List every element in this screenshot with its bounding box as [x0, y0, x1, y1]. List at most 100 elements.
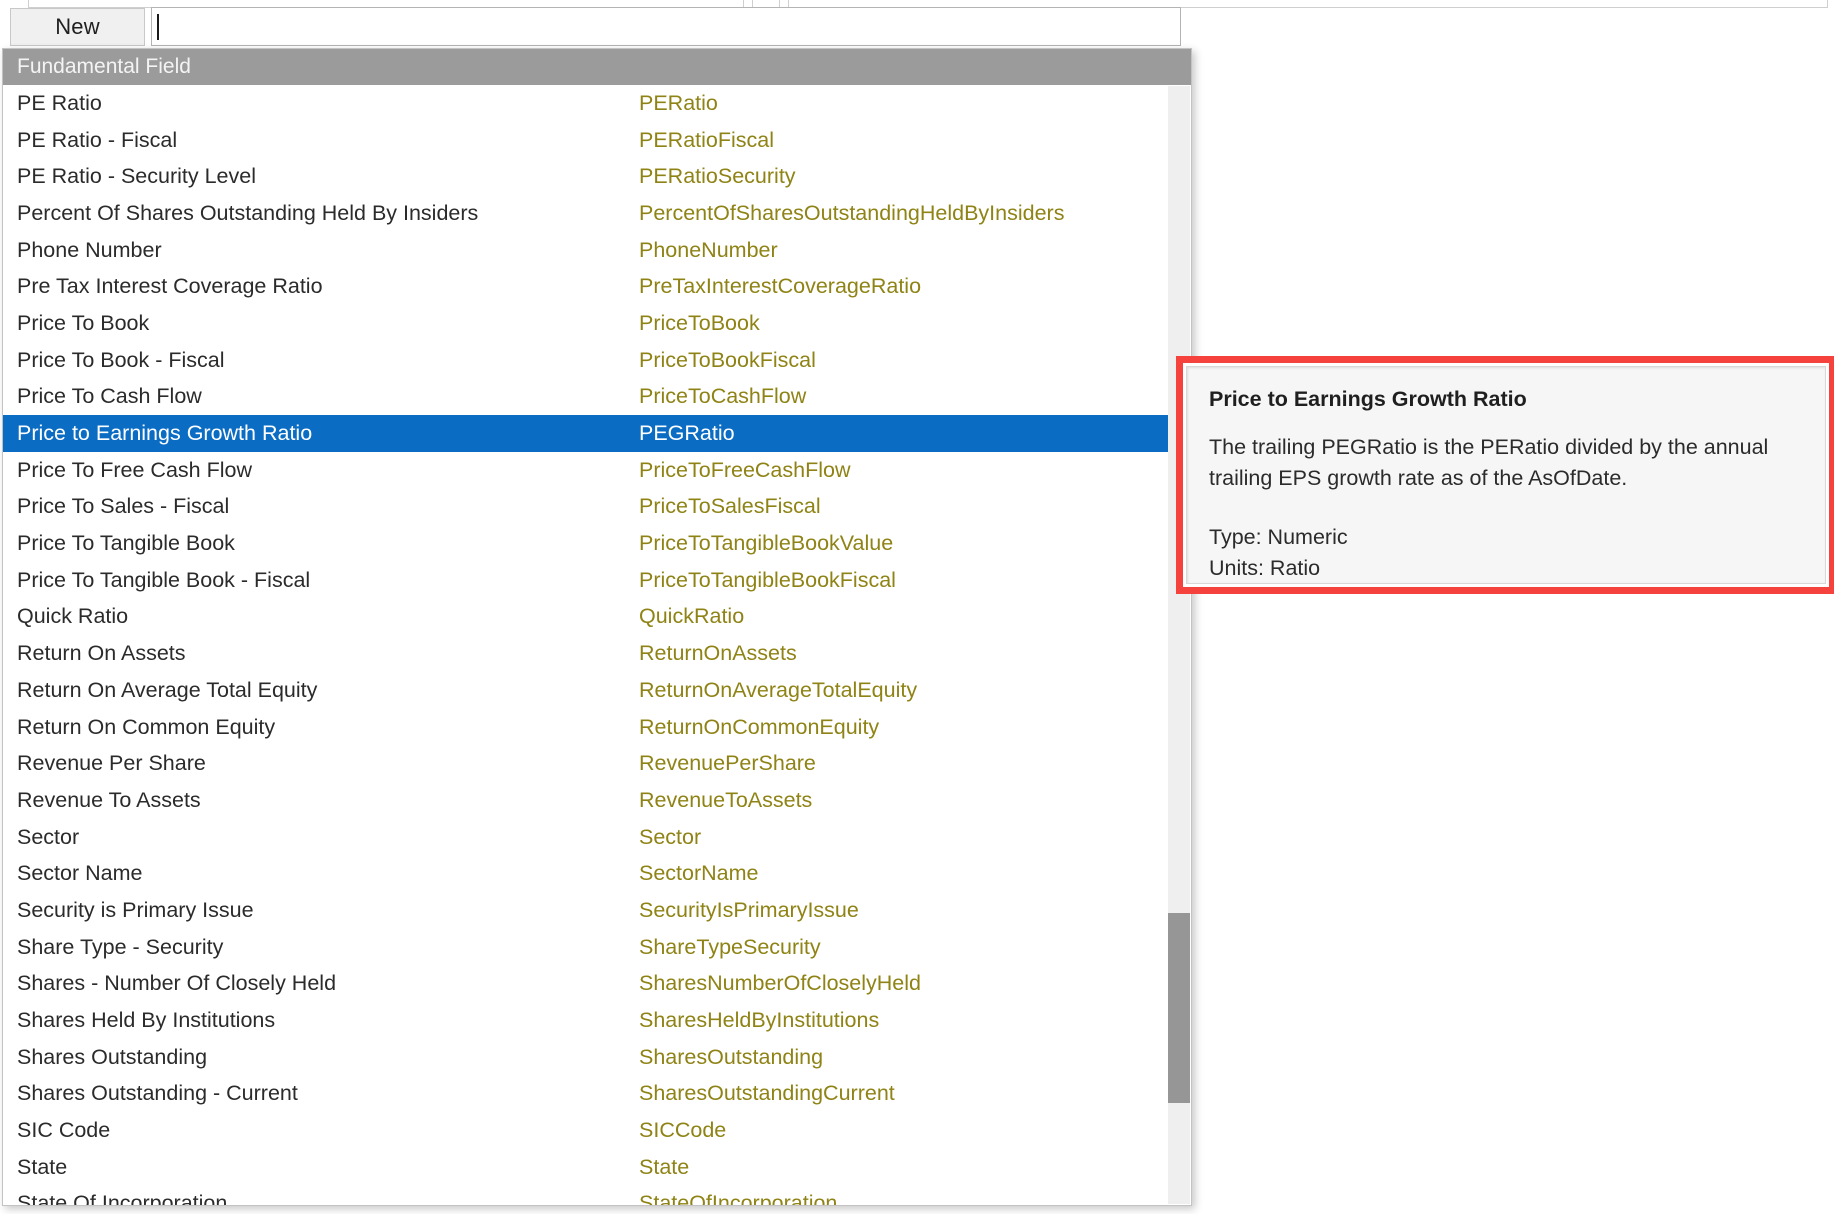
search-input[interactable]	[151, 7, 1181, 46]
list-item-label: Price To Free Cash Flow	[17, 457, 252, 482]
list-item-code: QuickRatio	[639, 604, 745, 629]
list-item[interactable]: Revenue Per Share RevenuePerShare	[3, 745, 1191, 782]
list-item[interactable]: Quick Ratio QuickRatio	[3, 599, 1191, 636]
list-item-label: Return On Common Equity	[17, 714, 276, 739]
list-item-label: PE Ratio - Fiscal	[17, 127, 178, 152]
list-item-code: Sector	[639, 824, 702, 849]
list-item[interactable]: Shares Outstanding SharesOutstanding	[3, 1039, 1191, 1076]
list-item-label: Shares Outstanding	[17, 1044, 208, 1069]
list-item[interactable]: Sector Name SectorName	[3, 855, 1191, 892]
list-item-label: Price To Tangible Book - Fiscal	[17, 567, 311, 592]
list-item-code: PercentOfSharesOutstandingHeldByInsiders	[639, 200, 1065, 225]
toolbar: New	[0, 7, 1190, 46]
list-item[interactable]: Price To Book - Fiscal PriceToBookFiscal	[3, 342, 1191, 379]
list-item[interactable]: Sector Sector	[3, 819, 1191, 856]
list-item-label: Return On Average Total Equity	[17, 677, 318, 702]
list-item[interactable]: PE Ratio PERatio	[3, 85, 1191, 122]
list-item-code: RevenueToAssets	[639, 787, 813, 812]
list-item[interactable]: Shares Held By Institutions SharesHeldByI…	[3, 1002, 1191, 1039]
list-item[interactable]: Return On Average Total Equity ReturnOnAv…	[3, 672, 1191, 709]
list-item[interactable]: Price To Tangible Book PriceToTangibleBoo…	[3, 525, 1191, 562]
list-item-label: Shares Outstanding - Current	[17, 1081, 298, 1106]
list-item-label: Pre Tax Interest Coverage Ratio	[17, 274, 323, 299]
list-item[interactable]: Return On Common Equity ReturnOnCommonEqu…	[3, 709, 1191, 746]
list-item-code: SecurityIsPrimaryIssue	[639, 897, 859, 922]
list-item[interactable]: PE Ratio - Fiscal PERatioFiscal	[3, 122, 1191, 159]
list-item-code: RevenuePerShare	[639, 751, 816, 776]
list-item-code: PERatioFiscal	[639, 127, 775, 152]
scrollbar-thumb[interactable]	[1168, 913, 1190, 1104]
list-item-label: Price To Sales - Fiscal	[17, 494, 230, 519]
list-item-code: PriceToTangibleBookFiscal	[639, 567, 896, 592]
list-item-label: Price To Tangible Book	[17, 531, 235, 556]
list-item-code: PreTaxInterestCoverageRatio	[639, 274, 922, 299]
list-item-label: SIC Code	[17, 1118, 111, 1143]
fundamental-field-list-panel: Fundamental Field PE Ratio PERatio PE Rati…	[2, 48, 1192, 1206]
list-item[interactable]: Security is Primary Issue SecurityIsPrima…	[3, 892, 1191, 929]
list-item-label: Price To Book - Fiscal	[17, 347, 225, 372]
list-item-code: PEGRatio	[639, 421, 735, 446]
list-item-label: Price To Cash Flow	[17, 384, 202, 409]
list-item[interactable]: Price To Tangible Book - Fiscal PriceToTa…	[3, 562, 1191, 599]
list-item[interactable]: PE Ratio - Security Level PERatioSecurity	[3, 158, 1191, 195]
field-description-tooltip: Price to Earnings Growth Ratio The trail…	[1186, 366, 1826, 584]
tooltip-meta: Type: Numeric Units: Ratio	[1209, 522, 1803, 584]
list-item[interactable]: Price To Free Cash Flow PriceToFreeCashFl…	[3, 452, 1191, 489]
list-item-label: Sector	[17, 824, 80, 849]
list-item-label: Revenue Per Share	[17, 751, 206, 776]
list-item-label: Return On Assets	[17, 641, 186, 666]
list-item-label: Revenue To Assets	[17, 787, 201, 812]
list-item[interactable]: Shares - Number Of Closely Held SharesNum…	[3, 966, 1191, 1003]
list-item-code: PriceToFreeCashFlow	[639, 457, 851, 482]
list-item-label: PE Ratio - Security Level	[17, 164, 256, 189]
list-item[interactable]: Share Type - Security ShareTypeSecurity	[3, 929, 1191, 966]
list-item-code: SharesOutstanding	[639, 1044, 824, 1069]
list-item-code: ReturnOnAverageTotalEquity	[639, 677, 918, 702]
vertical-scrollbar[interactable]	[1168, 86, 1190, 1204]
list-item[interactable]: Price to Earnings Growth Ratio PEGRatio	[3, 415, 1191, 452]
list-item[interactable]: Return On Assets ReturnOnAssets	[3, 635, 1191, 672]
list-item[interactable]: Phone Number PhoneNumber	[3, 232, 1191, 269]
list-rows: PE Ratio PERatio PE Ratio - Fiscal PERatioF…	[3, 85, 1191, 1205]
list-item[interactable]: Shares Outstanding - Current SharesOutsta…	[3, 1076, 1191, 1113]
list-item[interactable]: Price To Sales - Fiscal PriceToSalesFisca…	[3, 489, 1191, 526]
list-item[interactable]: SIC Code SICCode	[3, 1112, 1191, 1149]
list-item-code: PriceToCashFlow	[639, 384, 807, 409]
list-item-label: Share Type - Security	[17, 934, 224, 959]
text-caret	[157, 13, 159, 40]
list-item-code: PriceToSalesFiscal	[639, 494, 821, 519]
list-item-label: Shares - Number Of Closely Held	[17, 971, 337, 996]
list-item[interactable]: Pre Tax Interest Coverage Ratio PreTaxInt…	[3, 268, 1191, 305]
list-item-code: PhoneNumber	[639, 237, 778, 262]
list-item[interactable]: State State	[3, 1149, 1191, 1186]
app-screen: New Fundamental Field PE Ratio PERatio PE …	[0, 0, 1834, 1214]
list-item-code: SharesOutstandingCurrent	[639, 1081, 895, 1106]
list-item-label: State	[17, 1154, 68, 1179]
tooltip-units-line: Units: Ratio	[1209, 556, 1321, 580]
list-item-code: PERatioSecurity	[639, 164, 796, 189]
list-item-label: Price to Earnings Growth Ratio	[17, 421, 313, 446]
tooltip-type-line: Type: Numeric	[1209, 525, 1348, 549]
list-item-label: Sector Name	[17, 861, 143, 886]
list-item-code: SharesNumberOfCloselyHeld	[639, 971, 921, 996]
list-item-code: SectorName	[639, 861, 759, 886]
list-item-code: State	[639, 1154, 690, 1179]
list-item-label: Shares Held By Institutions	[17, 1008, 276, 1033]
list-item-code: SharesHeldByInstitutions	[639, 1008, 880, 1033]
list-item[interactable]: State Of Incorporation StateOfIncorporati…	[3, 1186, 1191, 1205]
list-item-code: PriceToBook	[639, 310, 760, 335]
list-item[interactable]: Price To Book PriceToBook	[3, 305, 1191, 342]
list-item-code: ReturnOnCommonEquity	[639, 714, 880, 739]
list-item[interactable]: Revenue To Assets RevenueToAssets	[3, 782, 1191, 819]
list-item-code: PriceToTangibleBookValue	[639, 531, 894, 556]
list-item-code: ReturnOnAssets	[639, 641, 797, 666]
list-item-code: PriceToBookFiscal	[639, 347, 816, 372]
list-item-label: Phone Number	[17, 237, 162, 262]
list-item[interactable]: Percent Of Shares Outstanding Held By In…	[3, 195, 1191, 232]
tooltip-description: The trailing PEGRatio is the PERatio div…	[1209, 435, 1769, 490]
list-item[interactable]: Price To Cash Flow PriceToCashFlow	[3, 379, 1191, 416]
new-button[interactable]: New	[10, 8, 145, 46]
list-item-label: Security is Primary Issue	[17, 897, 254, 922]
list-column-header: Fundamental Field	[3, 49, 1191, 85]
list-item-label: Percent Of Shares Outstanding Held By In…	[17, 200, 479, 225]
